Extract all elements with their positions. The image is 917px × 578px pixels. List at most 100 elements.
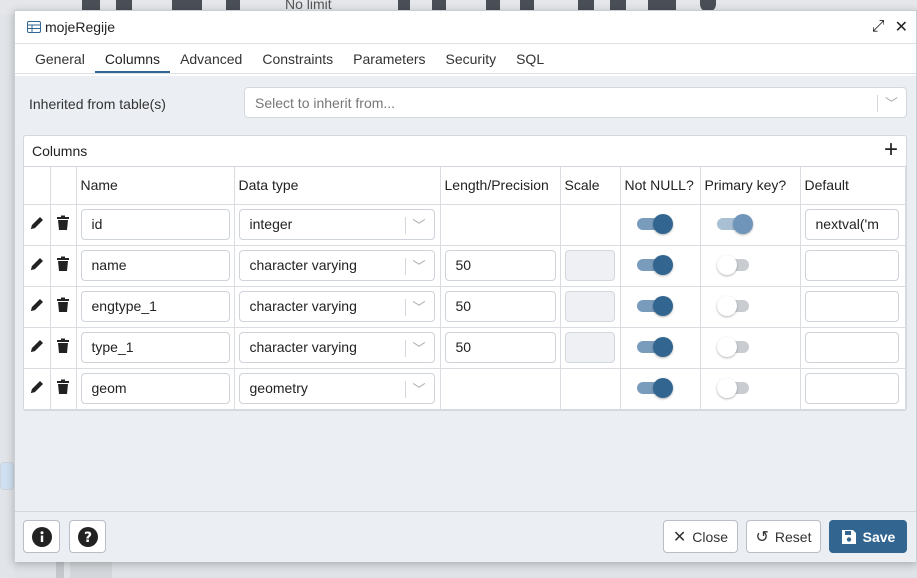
tab-general[interactable]: General	[25, 51, 95, 73]
table-row: geom geometry ﹀	[24, 368, 906, 410]
inherit-select[interactable]: Select to inherit from... ﹀	[244, 87, 907, 118]
data-type-cell: character varying ﹀	[234, 286, 441, 328]
length-cell	[440, 368, 561, 410]
column-name-input[interactable]: id	[80, 209, 230, 240]
scale-input[interactable]	[564, 332, 615, 363]
not-null-toggle[interactable]	[636, 213, 673, 234]
inherit-row: Inherited from table(s) Select to inheri…	[28, 87, 907, 118]
not-null-toggle[interactable]	[636, 377, 673, 398]
primary-key-toggle[interactable]	[716, 254, 753, 275]
dialog-titlebar[interactable]: mojeRegije ⤢ ✕	[15, 11, 916, 44]
maximize-icon[interactable]: ⤢	[872, 18, 885, 36]
close-icon[interactable]: ✕	[895, 17, 908, 37]
select-separator	[877, 95, 878, 112]
column-name-input[interactable]: name	[80, 250, 230, 281]
select-separator	[404, 217, 406, 234]
background-statusbar	[14, 562, 917, 578]
length-input[interactable]: 50	[444, 250, 556, 281]
chevron-down-icon[interactable]: ﹀	[412, 338, 425, 357]
not-null-cell	[620, 327, 701, 369]
tab-parameters[interactable]: Parameters	[343, 51, 435, 73]
select-separator	[404, 340, 406, 357]
primary-key-toggle[interactable]	[716, 213, 753, 234]
primary-key-toggle[interactable]	[716, 295, 753, 316]
chevron-down-icon[interactable]: ﹀	[412, 379, 425, 398]
data-type-select[interactable]: character varying ﹀	[238, 291, 435, 322]
data-type-select[interactable]: character varying ﹀	[238, 332, 435, 363]
delete-row-cell	[50, 286, 77, 328]
pencil-icon[interactable]	[29, 297, 45, 313]
header-not-null: Not NULL?	[620, 167, 701, 205]
pencil-icon[interactable]	[29, 379, 45, 395]
pencil-icon[interactable]	[29, 338, 45, 354]
trash-icon[interactable]	[56, 338, 70, 354]
columns-header-row: Name Data type Length/Precision Scale No…	[24, 167, 906, 205]
data-type-select[interactable]: integer ﹀	[238, 209, 435, 240]
default-value-input[interactable]	[804, 291, 899, 322]
primary-key-toggle[interactable]	[716, 377, 753, 398]
trash-icon[interactable]	[56, 256, 70, 272]
toggle-knob	[716, 337, 737, 357]
delete-column-header	[50, 167, 77, 205]
length-input[interactable]: 50	[444, 291, 556, 322]
not-null-cell	[620, 204, 701, 246]
data-type-value: geometry	[249, 380, 308, 396]
help-button[interactable]: ?	[69, 520, 106, 553]
save-button-label: Save	[862, 528, 896, 545]
reset-button[interactable]: ↺ Reset	[746, 520, 821, 553]
info-button[interactable]	[23, 520, 60, 553]
column-name-input[interactable]: engtype_1	[80, 291, 230, 322]
scale-input[interactable]	[564, 250, 615, 281]
default-cell	[800, 327, 906, 369]
edit-row-cell	[24, 286, 51, 328]
add-column-icon[interactable]: +	[884, 138, 898, 162]
pencil-icon[interactable]	[29, 256, 45, 272]
data-type-select[interactable]: character varying ﹀	[238, 250, 435, 281]
pencil-icon[interactable]	[29, 215, 45, 231]
data-type-value: integer	[249, 216, 293, 232]
close-button[interactable]: ✕ Close	[663, 520, 738, 553]
not-null-toggle[interactable]	[636, 254, 673, 275]
column-name-input[interactable]: geom	[80, 373, 230, 404]
chevron-down-icon[interactable]: ﹀	[412, 297, 425, 316]
reset-icon: ↺	[755, 528, 769, 546]
not-null-toggle[interactable]	[636, 295, 673, 316]
scale-cell	[560, 245, 621, 287]
toggle-knob	[652, 255, 673, 275]
header-data-type: Data type	[234, 167, 441, 205]
edit-row-cell	[24, 245, 51, 287]
scale-cell	[560, 327, 621, 369]
tab-sql[interactable]: SQL	[506, 51, 554, 73]
chevron-down-icon[interactable]: ﹀	[885, 93, 898, 112]
tab-advanced[interactable]: Advanced	[170, 51, 252, 73]
background-block	[56, 562, 64, 578]
toggle-knob	[652, 214, 673, 234]
tab-columns[interactable]: Columns	[94, 51, 171, 73]
edit-row-cell	[24, 327, 51, 369]
default-value-input[interactable]	[804, 332, 899, 363]
chevron-down-icon[interactable]: ﹀	[412, 215, 425, 234]
default-value-input[interactable]	[804, 373, 899, 404]
tab-bar: General Columns Advanced Constraints Par…	[15, 44, 916, 74]
default-cell: nextval('m	[800, 204, 906, 246]
primary-key-toggle[interactable]	[716, 336, 753, 357]
length-input[interactable]: 50	[444, 332, 556, 363]
default-value-input[interactable]: nextval('m	[804, 209, 899, 240]
toggle-knob	[716, 255, 737, 275]
table-row: engtype_1 character varying ﹀ 50	[24, 286, 906, 328]
trash-icon[interactable]	[56, 215, 70, 231]
tab-constraints[interactable]: Constraints	[252, 51, 343, 73]
data-type-select[interactable]: geometry ﹀	[238, 373, 435, 404]
trash-icon[interactable]	[56, 297, 70, 313]
save-button[interactable]: Save	[829, 520, 907, 553]
scale-input[interactable]	[564, 291, 615, 322]
not-null-toggle[interactable]	[636, 336, 673, 357]
trash-icon[interactable]	[56, 379, 70, 395]
name-cell: id	[76, 204, 235, 246]
default-value-input[interactable]	[804, 250, 899, 281]
primary-key-cell	[700, 286, 801, 328]
tab-security[interactable]: Security	[436, 51, 507, 73]
chevron-down-icon[interactable]: ﹀	[412, 256, 425, 275]
column-name-input[interactable]: type_1	[80, 332, 230, 363]
reset-button-label: Reset	[774, 528, 812, 545]
